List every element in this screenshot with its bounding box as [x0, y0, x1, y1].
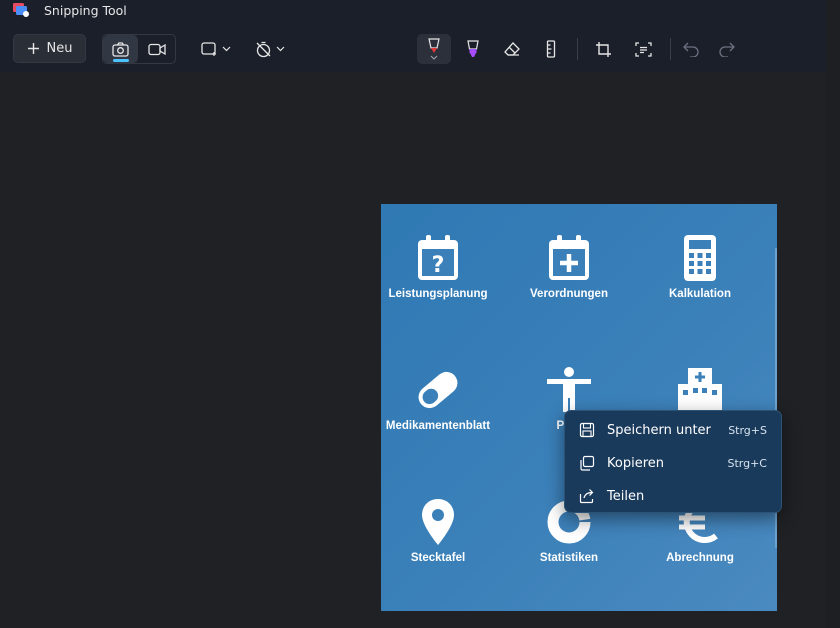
captured-screenshot: ? Leistungsplanung Verordnungen Kalkulat…	[381, 204, 777, 611]
window-title: Snipping Tool	[44, 3, 127, 18]
snipping-tool-app-icon	[13, 3, 29, 17]
camera-icon	[112, 41, 129, 57]
timer-off-icon	[256, 41, 271, 57]
window-edge	[826, 0, 840, 628]
crop-tool[interactable]	[586, 34, 620, 64]
tile-label: Statistiken	[539, 552, 599, 564]
undo-icon	[682, 42, 699, 57]
menu-item-copy[interactable]: Kopieren Strg+C	[565, 448, 781, 478]
app-toolbar: Snipping Tool Neu	[0, 0, 826, 72]
save-icon	[579, 422, 595, 438]
video-camera-icon	[148, 43, 166, 55]
redo-icon	[718, 42, 735, 57]
svg-text:?: ?	[432, 253, 445, 278]
chevron-down-icon	[222, 46, 231, 52]
purple-highlighter-icon	[467, 40, 479, 57]
building-icon	[678, 368, 722, 412]
text-actions-tool[interactable]	[626, 34, 660, 64]
toolbar-separator	[577, 38, 578, 60]
active-mode-indicator	[113, 59, 129, 62]
crop-icon	[595, 41, 611, 57]
eraser-icon	[504, 42, 520, 56]
menu-item-label: Speichern unter	[607, 422, 711, 438]
menu-item-share[interactable]: Teilen	[565, 481, 781, 511]
menu-item-shortcut: Strg+S	[728, 423, 767, 437]
tile-label: Leistungsplanung	[388, 288, 488, 300]
tile-label: Verordnungen	[530, 288, 608, 300]
calculator-icon	[684, 235, 716, 281]
highlighter-tool[interactable]	[456, 34, 490, 64]
tile-stecktafel: Stecktafel	[381, 498, 504, 564]
tile-medikamentenblatt: Medikamentenblatt	[381, 366, 504, 432]
plus-icon	[27, 43, 39, 54]
tile-leistungsplanung: ? Leistungsplanung	[381, 234, 504, 300]
red-pen-icon	[428, 38, 440, 60]
person-icon	[547, 367, 591, 412]
video-mode-button[interactable]	[139, 35, 175, 63]
pill-icon	[418, 371, 458, 409]
menu-item-shortcut: Strg+C	[727, 456, 767, 470]
new-button-label: Neu	[46, 41, 73, 56]
eraser-tool[interactable]	[495, 34, 529, 64]
ballpoint-pen-tool[interactable]	[417, 34, 451, 64]
share-icon	[579, 489, 594, 504]
tile-label: Kalkulation	[669, 288, 731, 300]
menu-item-label: Kopieren	[607, 455, 664, 471]
menu-item-label: Teilen	[607, 488, 645, 504]
calendar-plus-icon	[549, 235, 589, 280]
new-snip-button[interactable]: Neu	[13, 34, 86, 63]
redo-button[interactable]	[709, 34, 743, 64]
tile-label: Medikamentenblatt	[385, 420, 491, 432]
text-actions-icon	[634, 41, 652, 57]
calendar-question-icon: ?	[418, 235, 458, 280]
rectangle-snip-icon	[201, 41, 216, 56]
delay-timer-dropdown[interactable]	[251, 34, 289, 64]
ruler-tool[interactable]	[534, 34, 568, 64]
menu-item-save-as[interactable]: Speichern unter Strg+S	[565, 415, 781, 445]
context-menu: Speichern unter Strg+S Kopieren Strg+C T…	[564, 410, 782, 513]
tile-kalkulation: Kalkulation	[634, 234, 766, 300]
tile-verordnungen: Verordnungen	[503, 234, 635, 300]
tile-label: Stecktafel	[410, 552, 466, 564]
copy-icon	[580, 455, 595, 471]
ruler-icon	[546, 40, 556, 58]
undo-button[interactable]	[674, 34, 708, 64]
toolbar-separator	[670, 38, 671, 60]
chevron-down-icon	[276, 46, 285, 52]
snip-shape-dropdown[interactable]	[197, 34, 235, 64]
map-pin-icon	[422, 499, 454, 545]
title-bar: Snipping Tool	[0, 0, 826, 22]
tile-label: Abrechnung	[666, 552, 734, 564]
